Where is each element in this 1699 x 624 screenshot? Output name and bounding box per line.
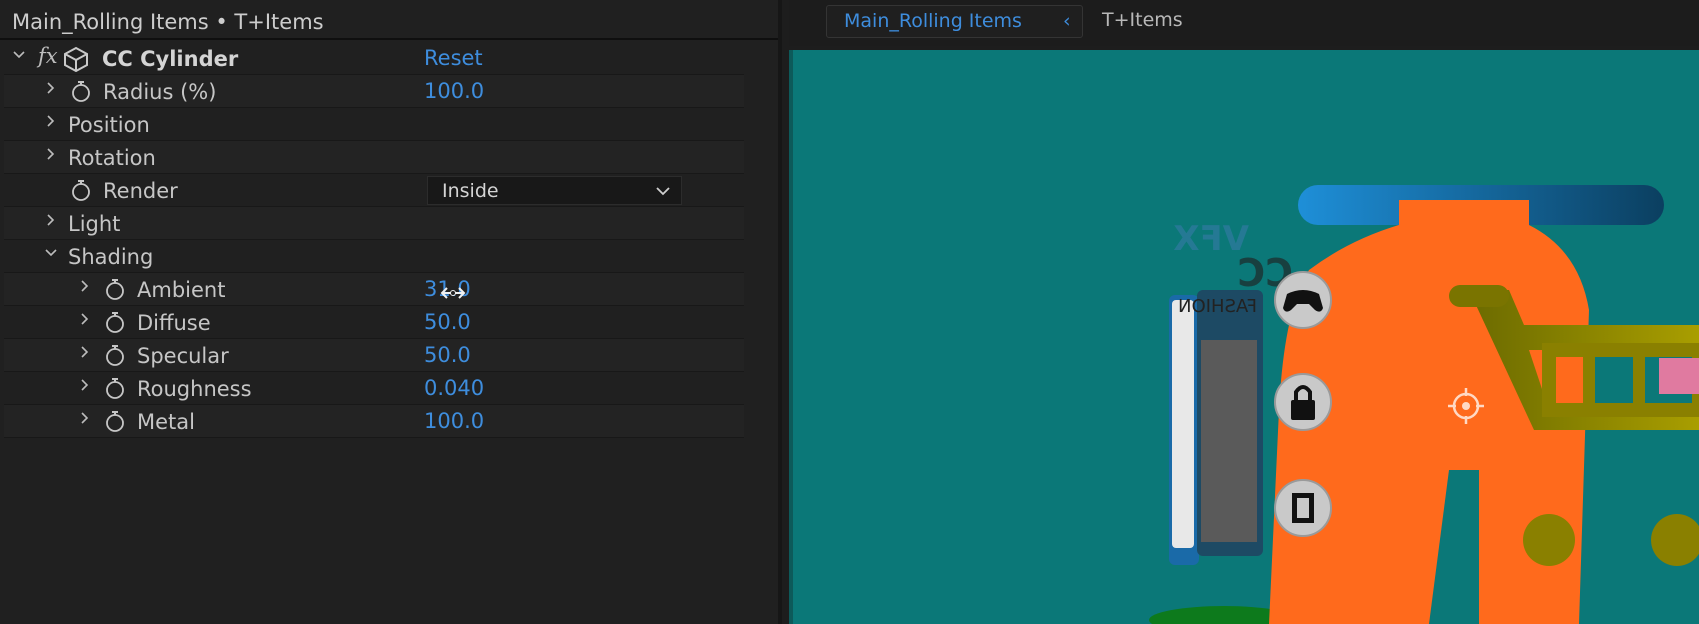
composition-canvas[interactable]: VFX CC FASHION bbox=[789, 50, 1699, 624]
tab-main-rolling-items[interactable]: Main_Rolling Items ‹ bbox=[826, 5, 1083, 38]
property-row-specular: Specular 50.0 bbox=[4, 339, 744, 372]
expand-chevron-icon[interactable] bbox=[78, 344, 92, 364]
property-label: Position bbox=[68, 113, 150, 137]
property-label: Render bbox=[103, 179, 178, 203]
composition-viewer: Main_Rolling Items ‹ T+Items VFX CC FASH… bbox=[789, 0, 1699, 624]
tab-label: Main_Rolling Items bbox=[844, 10, 1022, 32]
property-row-radius: Radius (%) 100.0 bbox=[4, 75, 744, 108]
expand-chevron-icon[interactable] bbox=[44, 80, 58, 100]
collapse-chevron-icon[interactable] bbox=[44, 245, 58, 265]
scrub-cursor-icon bbox=[439, 285, 467, 305]
property-label: Radius (%) bbox=[103, 80, 217, 104]
lock-body bbox=[1291, 400, 1315, 420]
property-row-metal: Metal 100.0 bbox=[4, 405, 744, 438]
property-row-rotation: Rotation bbox=[4, 141, 744, 174]
expand-chevron-icon[interactable] bbox=[44, 113, 58, 133]
stopwatch-icon[interactable] bbox=[104, 410, 126, 433]
panel-title: Main_Rolling Items • T+Items bbox=[12, 10, 324, 34]
panel-splitter[interactable] bbox=[778, 0, 782, 624]
fx-icon[interactable]: fx bbox=[38, 44, 58, 68]
property-label: Shading bbox=[68, 245, 154, 269]
property-value[interactable]: 100.0 bbox=[424, 409, 484, 433]
property-label: Metal bbox=[137, 410, 195, 434]
film-frame bbox=[1297, 498, 1309, 518]
fashion-text: FASHION bbox=[1178, 296, 1257, 317]
stopwatch-icon[interactable] bbox=[70, 80, 92, 103]
property-row-diffuse: Diffuse 50.0 bbox=[4, 306, 744, 339]
property-row-render: Render Inside bbox=[4, 174, 744, 207]
property-label: Rotation bbox=[68, 146, 156, 170]
stopwatch-icon[interactable] bbox=[104, 377, 126, 400]
stopwatch-icon[interactable] bbox=[70, 179, 92, 202]
property-value[interactable]: 100.0 bbox=[424, 79, 484, 103]
cart-wheel-left bbox=[1523, 514, 1575, 566]
panel-divider bbox=[0, 38, 778, 40]
property-group-shading: Shading bbox=[4, 240, 744, 273]
property-row-light: Light bbox=[4, 207, 744, 240]
property-row-roughness: Roughness 0.040 bbox=[4, 372, 744, 405]
property-label: Roughness bbox=[137, 377, 252, 401]
effect-header-row[interactable]: fx CC Cylinder Reset bbox=[4, 42, 744, 75]
property-label: Diffuse bbox=[137, 311, 211, 335]
effect-name: CC Cylinder bbox=[102, 47, 239, 71]
canvas-edge bbox=[789, 50, 793, 624]
collapse-chevron-icon[interactable] bbox=[12, 47, 26, 67]
property-row-ambient: Ambient 31.0 bbox=[4, 273, 744, 306]
3d-cube-icon bbox=[62, 46, 88, 73]
property-value[interactable]: 50.0 bbox=[424, 310, 471, 334]
chevron-left-icon[interactable]: ‹ bbox=[1063, 10, 1071, 32]
property-label: Specular bbox=[137, 344, 229, 368]
render-dropdown-value: Inside bbox=[442, 180, 499, 202]
stopwatch-icon[interactable] bbox=[104, 311, 126, 334]
property-value[interactable]: 50.0 bbox=[424, 343, 471, 367]
expand-chevron-icon[interactable] bbox=[78, 278, 92, 298]
viewer-tab-bar: Main_Rolling Items ‹ T+Items bbox=[789, 0, 1699, 46]
device-screen bbox=[1201, 340, 1257, 542]
expand-chevron-icon[interactable] bbox=[78, 410, 92, 430]
stopwatch-icon[interactable] bbox=[104, 344, 126, 367]
property-value[interactable]: 0.040 bbox=[424, 376, 484, 400]
expand-chevron-icon[interactable] bbox=[78, 377, 92, 397]
reset-link[interactable]: Reset bbox=[424, 46, 483, 70]
pink-item-shape bbox=[1659, 358, 1699, 394]
property-label: Light bbox=[68, 212, 121, 236]
tab-t-items[interactable]: T+Items bbox=[1102, 9, 1183, 31]
expand-chevron-icon[interactable] bbox=[78, 311, 92, 331]
render-dropdown[interactable]: Inside bbox=[427, 176, 682, 205]
cart-handle bbox=[1449, 285, 1509, 307]
property-label: Ambient bbox=[137, 278, 226, 302]
device-screen-edge bbox=[1172, 300, 1194, 548]
expand-chevron-icon[interactable] bbox=[44, 146, 58, 166]
stopwatch-icon[interactable] bbox=[104, 278, 126, 301]
property-row-position: Position bbox=[4, 108, 744, 141]
chevron-down-icon bbox=[655, 183, 671, 202]
effect-controls-panel: Main_Rolling Items • T+Items fx CC Cylin… bbox=[0, 0, 782, 624]
expand-chevron-icon[interactable] bbox=[44, 212, 58, 232]
